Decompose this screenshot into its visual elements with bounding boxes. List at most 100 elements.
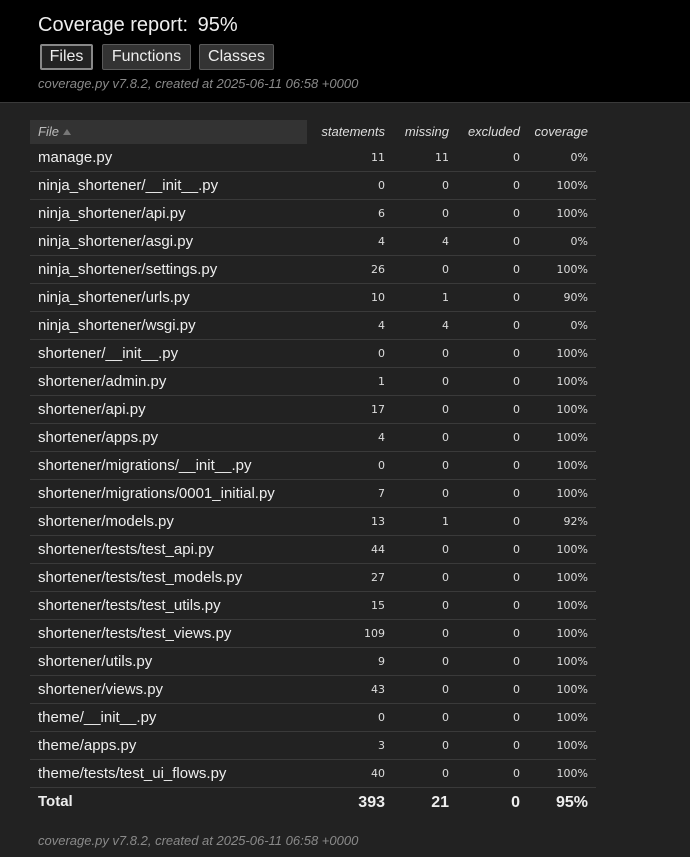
coverage-cell: 100% — [556, 431, 588, 444]
file-link[interactable]: shortener/migrations/0001_initial.py — [30, 480, 307, 507]
file-link[interactable]: shortener/models.py — [30, 508, 307, 535]
column-header-excluded[interactable]: excluded — [451, 120, 522, 144]
table-row: ninja_shortener/urls.py 10 1 0 90% — [30, 284, 596, 312]
table-row: shortener/admin.py 1 0 0 100% — [30, 368, 596, 396]
file-link[interactable]: shortener/tests/test_models.py — [30, 564, 307, 591]
total-excluded: 0 — [511, 794, 520, 811]
coverage-cell: 100% — [556, 599, 588, 612]
coverage-cell: 100% — [556, 627, 588, 640]
coverage-cell: 92% — [563, 515, 588, 528]
excluded-cell: 0 — [513, 459, 520, 472]
excluded-cell: 0 — [513, 347, 520, 360]
file-link[interactable]: theme/apps.py — [30, 732, 307, 759]
excluded-cell: 0 — [513, 403, 520, 416]
table-total-row: Total 393 21 0 95% — [30, 788, 596, 818]
missing-cell: 0 — [442, 487, 449, 500]
statements-cell: 4 — [378, 431, 385, 444]
file-link[interactable]: shortener/__init__.py — [30, 340, 307, 367]
coverage-cell: 0% — [570, 319, 588, 332]
coverage-cell: 100% — [556, 207, 588, 220]
file-link[interactable]: ninja_shortener/api.py — [30, 200, 307, 227]
tab-files[interactable]: Files — [40, 44, 93, 70]
excluded-cell: 0 — [513, 235, 520, 248]
table-row: shortener/models.py 13 1 0 92% — [30, 508, 596, 536]
excluded-cell: 0 — [513, 151, 520, 164]
column-header-statements[interactable]: statements — [307, 120, 387, 144]
statements-cell: 15 — [371, 599, 385, 612]
file-link[interactable]: shortener/tests/test_views.py — [30, 620, 307, 647]
missing-cell: 0 — [442, 627, 449, 640]
excluded-cell: 0 — [513, 739, 520, 752]
file-link[interactable]: ninja_shortener/settings.py — [30, 256, 307, 283]
tab-classes[interactable]: Classes — [199, 44, 274, 70]
missing-cell: 0 — [442, 543, 449, 556]
missing-cell: 0 — [442, 767, 449, 780]
coverage-table: File statements missing excluded coverag… — [30, 120, 596, 818]
title-text: Coverage report: — [38, 14, 189, 36]
excluded-cell: 0 — [513, 375, 520, 388]
coverage-cell: 100% — [556, 403, 588, 416]
missing-cell: 0 — [442, 655, 449, 668]
file-link[interactable]: shortener/apps.py — [30, 424, 307, 451]
file-link[interactable]: shortener/tests/test_utils.py — [30, 592, 307, 619]
table-row: ninja_shortener/asgi.py 4 4 0 0% — [30, 228, 596, 256]
excluded-cell: 0 — [513, 319, 520, 332]
missing-cell: 0 — [442, 179, 449, 192]
file-link[interactable]: shortener/admin.py — [30, 368, 307, 395]
missing-cell: 0 — [442, 739, 449, 752]
table-row: ninja_shortener/settings.py 26 0 0 100% — [30, 256, 596, 284]
excluded-cell: 0 — [513, 515, 520, 528]
missing-cell: 0 — [442, 403, 449, 416]
file-link[interactable]: shortener/migrations/__init__.py — [30, 452, 307, 479]
file-link[interactable]: shortener/api.py — [30, 396, 307, 423]
file-link[interactable]: theme/__init__.py — [30, 704, 307, 731]
coverage-cell: 100% — [556, 487, 588, 500]
coverage-cell: 0% — [570, 235, 588, 248]
table-row: shortener/__init__.py 0 0 0 100% — [30, 340, 596, 368]
coverage-cell: 0% — [570, 151, 588, 164]
file-link[interactable]: shortener/tests/test_api.py — [30, 536, 307, 563]
table-row: shortener/migrations/0001_initial.py 7 0 0 1… — [30, 480, 596, 508]
coverage-cell: 100% — [556, 655, 588, 668]
statements-cell: 4 — [378, 319, 385, 332]
column-header-file[interactable]: File — [30, 120, 307, 144]
file-link[interactable]: theme/tests/test_ui_flows.py — [30, 760, 307, 787]
coverage-cell: 100% — [556, 375, 588, 388]
statements-cell: 109 — [364, 627, 385, 640]
total-coverage-percent: 95% — [197, 14, 238, 36]
file-link[interactable]: shortener/utils.py — [30, 648, 307, 675]
missing-cell: 1 — [442, 515, 449, 528]
statements-cell: 27 — [371, 571, 385, 584]
missing-cell: 0 — [442, 599, 449, 612]
missing-cell: 0 — [442, 683, 449, 696]
column-header-file-label: File — [38, 124, 59, 139]
statements-cell: 9 — [378, 655, 385, 668]
statements-cell: 0 — [378, 347, 385, 360]
column-header-missing[interactable]: missing — [387, 120, 451, 144]
excluded-cell: 0 — [513, 487, 520, 500]
table-row: shortener/apps.py 4 0 0 100% — [30, 424, 596, 452]
file-link[interactable]: ninja_shortener/wsgi.py — [30, 312, 307, 339]
coverage-cell: 100% — [556, 263, 588, 276]
total-missing: 21 — [431, 794, 449, 811]
excluded-cell: 0 — [513, 291, 520, 304]
file-link[interactable]: ninja_shortener/__init__.py — [30, 172, 307, 199]
total-label: Total — [38, 793, 73, 810]
column-header-coverage[interactable]: coverage — [522, 120, 588, 144]
table-row: manage.py 11 11 0 0% — [30, 144, 596, 172]
file-link[interactable]: manage.py — [30, 144, 307, 171]
missing-cell: 0 — [442, 459, 449, 472]
file-link[interactable]: shortener/views.py — [30, 676, 307, 703]
statements-cell: 4 — [378, 235, 385, 248]
tab-functions[interactable]: Functions — [102, 44, 191, 70]
file-link[interactable]: ninja_shortener/asgi.py — [30, 228, 307, 255]
missing-cell: 11 — [435, 151, 449, 164]
missing-cell: 0 — [442, 571, 449, 584]
file-link[interactable]: ninja_shortener/urls.py — [30, 284, 307, 311]
coverage-cell: 100% — [556, 739, 588, 752]
table-body: manage.py 11 11 0 0% ninja_shortener/__init__… — [30, 144, 596, 788]
table-row: ninja_shortener/api.py 6 0 0 100% — [30, 200, 596, 228]
missing-cell: 4 — [442, 235, 449, 248]
sort-ascending-icon — [62, 129, 71, 135]
coverage-cell: 90% — [563, 291, 588, 304]
